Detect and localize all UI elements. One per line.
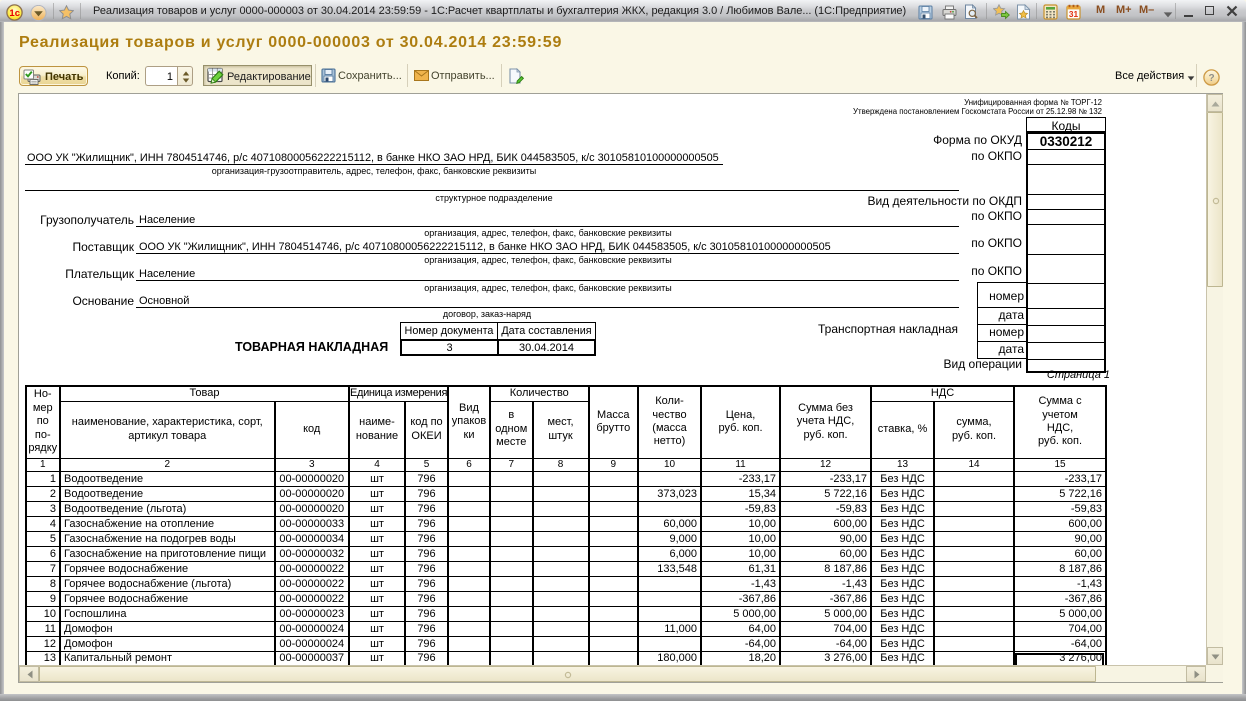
svg-text:31: 31 [1069,9,1079,19]
svg-text:?: ? [1208,73,1214,84]
svg-text:1с: 1с [9,8,20,19]
